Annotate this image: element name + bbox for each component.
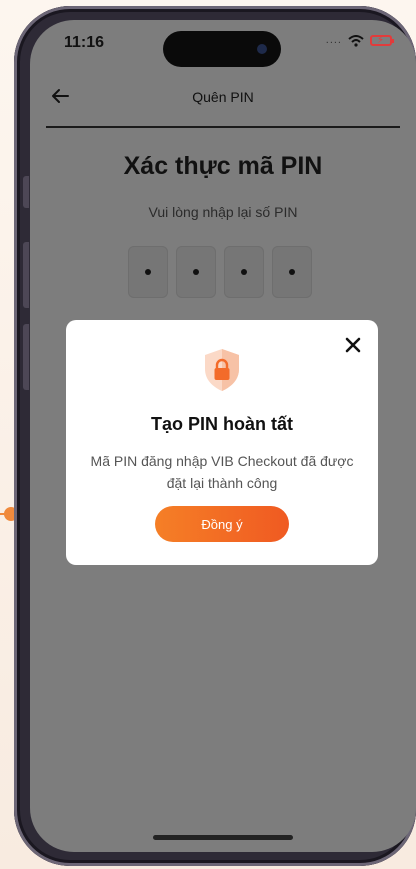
stage: 11:16 .... ⚡ Quên PIN Xác thực mã PIN Vu… (0, 0, 416, 869)
signal-icon: .... (325, 34, 342, 46)
pin-digit-box[interactable] (128, 246, 168, 298)
home-indicator[interactable] (153, 835, 293, 840)
status-icons: .... ⚡ (325, 34, 394, 47)
page-title: Quên PIN (192, 89, 254, 105)
pin-digit-box[interactable] (224, 246, 264, 298)
volume-up-button (23, 242, 29, 308)
confirm-button[interactable]: Đồng ý (155, 506, 289, 542)
pin-input[interactable] (128, 246, 312, 298)
pin-dot (193, 269, 199, 275)
mute-switch (23, 176, 29, 208)
dialog-title: Tạo PIN hoàn tất (150, 414, 293, 434)
screen: 11:16 .... ⚡ Quên PIN Xác thực mã PIN Vu… (30, 20, 416, 852)
pin-digit-box[interactable] (176, 246, 216, 298)
shield-lock-icon (202, 347, 242, 393)
camera-dot (257, 44, 267, 54)
pin-dot (241, 269, 247, 275)
dynamic-island (163, 31, 281, 67)
close-icon[interactable] (342, 334, 364, 356)
dialog-message: Mã PIN đăng nhập VIB Checkout đã được đặ… (90, 453, 354, 491)
pin-heading: Xác thực mã PIN (123, 152, 323, 180)
nav-bar: Quên PIN (30, 78, 416, 118)
volume-down-button (23, 324, 29, 390)
nav-divider (46, 126, 400, 128)
wifi-icon (348, 34, 364, 47)
battery-charging-icon: ⚡ (370, 34, 394, 46)
status-time: 11:16 (64, 34, 105, 51)
pin-dot (145, 269, 151, 275)
success-dialog: Tạo PIN hoàn tất Mã PIN đăng nhập VIB Ch… (66, 320, 378, 565)
status-bar: 11:16 .... ⚡ (30, 20, 416, 70)
pin-dot (289, 269, 295, 275)
pin-digit-box[interactable] (272, 246, 312, 298)
pin-subheading: Vui lòng nhập lại số PIN (148, 204, 298, 220)
